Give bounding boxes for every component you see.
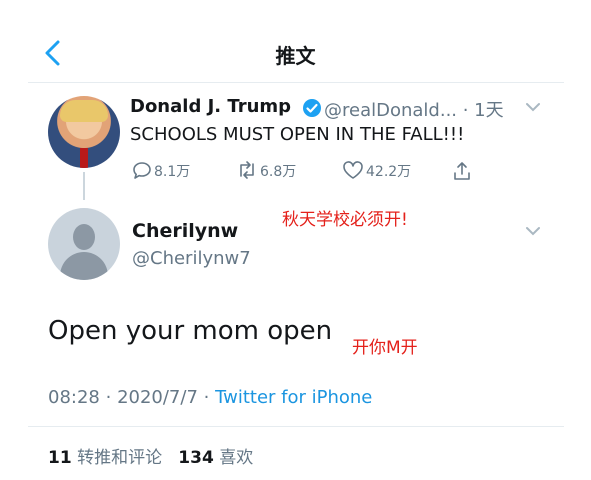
translation-annotation: 秋天学校必须开!: [282, 210, 408, 230]
default-avatar-head-shape: [73, 224, 95, 250]
reply-author-name[interactable]: Cherilynw: [132, 220, 238, 242]
chevron-down-icon[interactable]: [526, 102, 540, 112]
retweet-label: 转推和评论: [77, 448, 163, 468]
stats-divider: [28, 426, 564, 427]
avatar-cherilynw[interactable]: [48, 208, 120, 280]
share-icon[interactable]: [452, 160, 472, 182]
like-label: 喜欢: [219, 448, 254, 468]
thread-connector-line: [83, 172, 85, 200]
tweet-date: 2020/7/7: [117, 387, 198, 408]
likes-stat[interactable]: 134 喜欢: [178, 448, 253, 468]
reply-action[interactable]: 8.1万: [132, 160, 190, 181]
avatar-tie-shape: [80, 148, 88, 168]
verified-badge-icon: [303, 99, 321, 117]
engagement-stats: 11 转推和评论 134 喜欢: [48, 443, 253, 468]
separator-dot: ·: [105, 387, 118, 408]
reply-icon: [133, 162, 151, 179]
retweets-stat[interactable]: 11 转推和评论: [48, 448, 162, 468]
avatar-trump[interactable]: [48, 96, 120, 168]
like-count: 42.2万: [366, 164, 412, 180]
translation-annotation: 开你M开: [352, 338, 418, 358]
retweet-total: 11: [48, 448, 72, 468]
retweet-icon: [240, 161, 254, 179]
heart-icon: [343, 161, 363, 179]
author-name[interactable]: Donald J. Trump: [130, 96, 291, 117]
reply-author-handle[interactable]: @Cherilynw7: [132, 248, 251, 269]
default-avatar-body-shape: [60, 252, 108, 280]
reply-count: 8.1万: [154, 164, 191, 180]
tweet-text: SCHOOLS MUST OPEN IN THE FALL!!!: [130, 124, 465, 145]
author-handle-time[interactable]: @realDonald... · 1天: [324, 96, 504, 122]
reply-tweet-text: Open your mom open: [48, 316, 333, 346]
retweet-count: 6.8万: [260, 164, 297, 180]
page-title: 推文: [275, 44, 316, 68]
retweet-action[interactable]: 6.8万: [236, 160, 296, 181]
tweet-metadata: 08:28 · 2020/7/7 · Twitter for iPhone: [48, 387, 372, 408]
like-total: 134: [178, 448, 214, 468]
like-action[interactable]: 42.2万: [342, 160, 411, 181]
tweet-time: 08:28: [48, 387, 100, 408]
tweet-source-link[interactable]: Twitter for iPhone: [215, 387, 372, 408]
avatar-hair-shape: [60, 100, 108, 122]
chevron-down-icon[interactable]: [526, 226, 540, 236]
header-divider: [28, 82, 564, 83]
separator-dot: ·: [203, 387, 216, 408]
